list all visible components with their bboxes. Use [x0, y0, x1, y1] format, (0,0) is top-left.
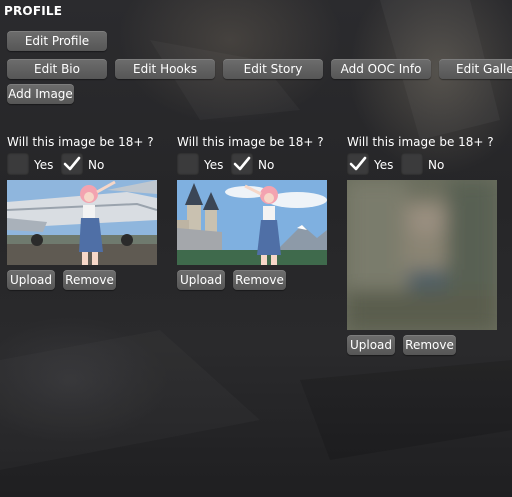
add-ooc-info-button[interactable]: Add OOC Info — [331, 59, 431, 79]
adult-question: Will this image be 18+ ? — [347, 135, 494, 149]
yes-label: Yes — [374, 158, 394, 172]
checkmark-icon — [63, 156, 81, 171]
no-label: No — [88, 158, 105, 172]
remove-button[interactable]: Remove — [63, 270, 116, 290]
yes-label: Yes — [204, 158, 224, 172]
edit-hooks-button[interactable]: Edit Hooks — [115, 59, 215, 79]
no-label: No — [258, 158, 275, 172]
checkmark-icon — [233, 156, 251, 171]
no-checkbox[interactable] — [401, 153, 423, 175]
adult-question: Will this image be 18+ ? — [177, 135, 324, 149]
gallery-image-thumbnail — [7, 180, 157, 265]
adult-question: Will this image be 18+ ? — [7, 135, 154, 149]
page-title: PROFILE — [4, 4, 63, 18]
yes-checkbox[interactable] — [177, 153, 199, 175]
yes-checkbox[interactable] — [7, 153, 29, 175]
edit-bio-button[interactable]: Edit Bio — [7, 59, 107, 79]
gallery-image-thumbnail — [177, 180, 327, 265]
no-label: No — [428, 158, 445, 172]
edit-profile-button[interactable]: Edit Profile — [7, 31, 107, 51]
edit-story-button[interactable]: Edit Story — [223, 59, 323, 79]
yes-label: Yes — [34, 158, 54, 172]
no-checkbox[interactable] — [61, 153, 83, 175]
remove-button[interactable]: Remove — [233, 270, 286, 290]
blurred-gallery-image — [347, 180, 497, 330]
upload-button[interactable]: Upload — [177, 270, 225, 290]
add-image-button[interactable]: Add Image — [7, 84, 74, 104]
checkmark-icon — [349, 156, 367, 171]
edit-gallery-button[interactable]: Edit Gallery — [439, 59, 512, 79]
upload-button[interactable]: Upload — [347, 335, 395, 355]
yes-checkbox[interactable] — [347, 153, 369, 175]
upload-button[interactable]: Upload — [7, 270, 55, 290]
remove-button[interactable]: Remove — [403, 335, 456, 355]
no-checkbox[interactable] — [231, 153, 253, 175]
